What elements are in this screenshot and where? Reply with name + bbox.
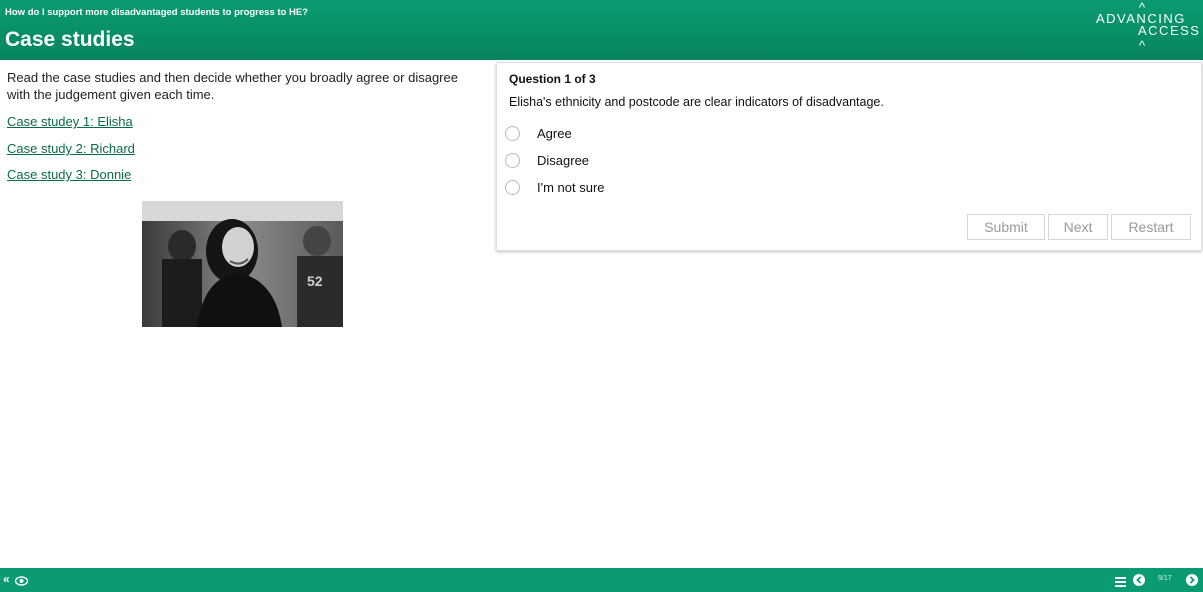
advancing-access-logo: ADVANCING ACCESS ^ ^: [1092, 0, 1203, 57]
option-agree[interactable]: Agree: [505, 123, 572, 143]
page-title: Case studies: [5, 28, 135, 51]
eye-icon[interactable]: [14, 574, 29, 590]
logo-line-2: ACCESS: [1138, 23, 1201, 38]
next-icon[interactable]: [1186, 574, 1198, 590]
question-panel: Question 1 of 3 Elisha's ethnicity and p…: [496, 62, 1202, 251]
radio-disagree[interactable]: [505, 152, 520, 168]
page-counter: 9/17: [1158, 575, 1172, 582]
student-photo: 52: [142, 201, 343, 327]
radio-agree[interactable]: [505, 125, 520, 141]
student-photo-graphic: 52: [142, 201, 343, 327]
question-number: Question 1 of 3: [509, 72, 596, 86]
previous-icon[interactable]: [1133, 574, 1145, 590]
svg-text:52: 52: [307, 273, 323, 289]
option-not-sure-label: I'm not sure: [537, 179, 605, 195]
footer-bar: « 9/17: [0, 568, 1203, 592]
collapse-left-icon[interactable]: «: [3, 573, 10, 585]
radio-not-sure[interactable]: [505, 179, 520, 195]
course-subtitle: How do I support more disadvantaged stud…: [5, 7, 308, 18]
question-text: Elisha's ethnicity and postcode are clea…: [509, 95, 884, 109]
option-not-sure[interactable]: I'm not sure: [505, 177, 605, 197]
submit-button[interactable]: Submit: [967, 214, 1045, 240]
option-agree-label: Agree: [537, 125, 572, 141]
case-study-link-3[interactable]: Case study 3: Donnie: [7, 167, 131, 182]
logo-caret-top: ^: [1139, 0, 1146, 15]
case-study-link-1[interactable]: Case studey 1: Elisha: [7, 114, 133, 129]
intro-text: Read the case studies and then decide wh…: [7, 70, 458, 102]
header-bar: How do I support more disadvantaged stud…: [0, 0, 1203, 60]
next-button[interactable]: Next: [1048, 214, 1108, 240]
case-study-link-2[interactable]: Case study 2: Richard: [7, 141, 135, 156]
option-disagree[interactable]: Disagree: [505, 150, 589, 170]
menu-icon[interactable]: [1115, 575, 1126, 591]
option-disagree-label: Disagree: [537, 152, 590, 168]
logo-caret-bottom: ^: [1139, 38, 1146, 53]
restart-button[interactable]: Restart: [1111, 214, 1191, 240]
